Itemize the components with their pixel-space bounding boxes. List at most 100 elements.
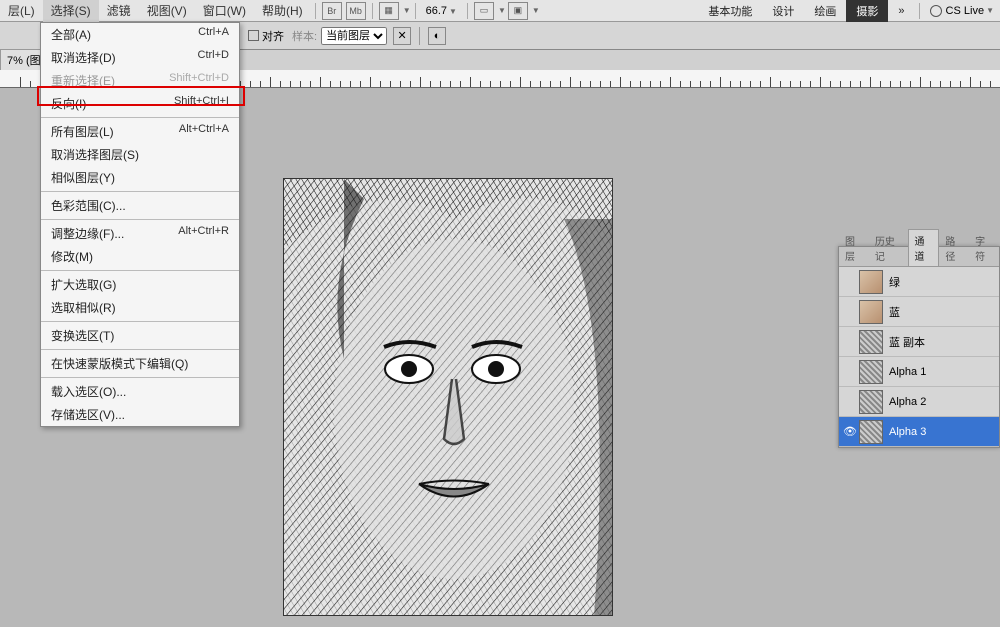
panel-tab[interactable]: 路径 [939,230,969,266]
menu-item[interactable]: 载入选区(O)... [41,380,239,403]
arrange-icon[interactable]: ▭ [474,2,494,20]
eye-icon: 👁 [843,426,857,438]
channel-thumbnail [859,270,883,294]
menu-item-shortcut: Alt+Ctrl+R [178,225,229,242]
chevron-down-icon: ▼ [403,6,411,15]
separator [415,3,416,19]
channel-item[interactable]: Alpha 1 [839,357,999,387]
menu-item-label: 在快速蒙版模式下编辑(Q) [51,355,229,372]
menu-item-shortcut: Alt+Ctrl+A [179,123,229,140]
menu-item-label: 取消选择图层(S) [51,146,229,163]
menu-item: 重新选择(E)Shift+Ctrl+D [41,69,239,92]
channel-name: Alpha 3 [889,426,926,438]
menu-item[interactable]: 取消选择(D)Ctrl+D [41,46,239,69]
menu-view[interactable]: 视图(V) [139,0,195,22]
channel-name: Alpha 1 [889,366,926,378]
menu-item[interactable]: 选取相似(R) [41,296,239,319]
cslive-button[interactable]: CS Live▼ [930,5,994,17]
menu-item-label: 存储选区(V)... [51,406,229,423]
align-checkbox[interactable] [248,30,259,41]
channel-name: 蓝 副本 [889,334,925,350]
workspace-essentials[interactable]: 基本功能 [698,0,762,22]
bridge-icon[interactable]: Br [322,2,342,20]
menu-item[interactable]: 取消选择图层(S) [41,143,239,166]
channel-item[interactable]: 蓝 [839,297,999,327]
menu-item[interactable]: 调整边缘(F)...Alt+Ctrl+R [41,222,239,245]
pressure-icon[interactable]: ◐ [428,27,446,45]
image-canvas[interactable] [283,178,613,616]
sample-label: 样本: [292,28,317,44]
viewextras-icon[interactable]: ▦ [379,2,399,20]
menu-item-label: 变换选区(T) [51,327,229,344]
menu-item-shortcut: Ctrl+D [198,49,229,66]
menu-item[interactable]: 在快速蒙版模式下编辑(Q) [41,352,239,375]
menu-item-label: 反向(I) [51,95,174,112]
menu-item-label: 调整边缘(F)... [51,225,178,242]
sample-dropdown[interactable]: 当前图层 [321,27,387,45]
menu-item-label: 修改(M) [51,248,229,265]
menu-item-label: 选取相似(R) [51,299,229,316]
menu-item-label: 相似图层(Y) [51,169,229,186]
channel-name: 蓝 [889,304,900,320]
panel-tab[interactable]: 通道 [908,229,940,266]
screenmode-icon[interactable]: ▣ [508,2,528,20]
panel-tab[interactable]: 图层 [839,230,869,266]
menu-item[interactable]: 变换选区(T) [41,324,239,347]
menu-item[interactable]: 修改(M) [41,245,239,268]
channel-thumbnail [859,420,883,444]
menu-item[interactable]: 色彩范围(C)... [41,194,239,217]
menu-window[interactable]: 窗口(W) [195,0,254,22]
menu-item-label: 取消选择(D) [51,49,198,66]
menubar: 层(L) 选择(S) 滤镜 视图(V) 窗口(W) 帮助(H) Br Mb ▦ … [0,0,1000,22]
cslive-icon [930,5,942,17]
menu-item[interactable]: 反向(I)Shift+Ctrl+I [41,92,239,115]
channel-thumbnail [859,300,883,324]
menu-item-shortcut: Shift+Ctrl+I [174,95,229,112]
zoom-level[interactable]: 66.7▼ [426,5,457,17]
portrait-sketch [284,179,613,616]
menu-help[interactable]: 帮助(H) [254,0,311,22]
menu-item[interactable]: 相似图层(Y) [41,166,239,189]
menu-item[interactable]: 扩大选取(G) [41,273,239,296]
menu-filter[interactable]: 滤镜 [99,0,139,22]
menu-item-label: 色彩范围(C)... [51,197,229,214]
menu-item[interactable]: 所有图层(L)Alt+Ctrl+A [41,120,239,143]
menu-item-label: 扩大选取(G) [51,276,229,293]
panel-tab[interactable]: 历史记 [869,230,908,266]
separator [372,3,373,19]
minibridge-icon[interactable]: Mb [346,2,366,20]
menu-item-shortcut: Shift+Ctrl+D [169,72,229,89]
align-label: 对齐 [262,28,284,44]
visibility-toggle[interactable]: 👁 [843,425,857,438]
workspace-more[interactable]: » [888,2,914,20]
channel-item[interactable]: 蓝 副本 [839,327,999,357]
ignore-adjust-icon[interactable]: ✕ [393,27,411,45]
menu-select[interactable]: 选择(S) [43,0,99,22]
panel-tab[interactable]: 字符 [969,230,999,266]
channel-name: Alpha 2 [889,396,926,408]
select-menu-dropdown: 全部(A)Ctrl+A取消选择(D)Ctrl+D重新选择(E)Shift+Ctr… [40,22,240,427]
channels-panel: 图层历史记通道路径字符 绿蓝蓝 副本 Alpha 1 Alpha 2 👁 Alpha 3 [838,246,1000,448]
workspace-photography[interactable]: 摄影 [846,0,888,22]
channel-item[interactable]: Alpha 2 [839,387,999,417]
menu-item-label: 全部(A) [51,26,198,43]
menu-item[interactable]: 存储选区(V)... [41,403,239,426]
menu-item-label: 所有图层(L) [51,123,179,140]
separator [467,3,468,19]
menu-item[interactable]: 全部(A)Ctrl+A [41,23,239,46]
channel-thumbnail [859,360,883,384]
menu-item-shortcut: Ctrl+A [198,26,229,43]
channel-thumbnail [859,330,883,354]
channel-thumbnail [859,390,883,414]
separator [315,3,316,19]
menu-item-label: 重新选择(E) [51,72,169,89]
workspace-painting[interactable]: 绘画 [804,0,846,22]
separator [919,3,920,19]
workspace-design[interactable]: 设计 [762,0,804,22]
channel-item[interactable]: 绿 [839,267,999,297]
menu-layer[interactable]: 层(L) [0,0,43,22]
panel-tabs: 图层历史记通道路径字符 [839,247,999,267]
channel-item[interactable]: 👁 Alpha 3 [839,417,999,447]
menu-item-label: 载入选区(O)... [51,383,229,400]
channel-name: 绿 [889,274,900,290]
